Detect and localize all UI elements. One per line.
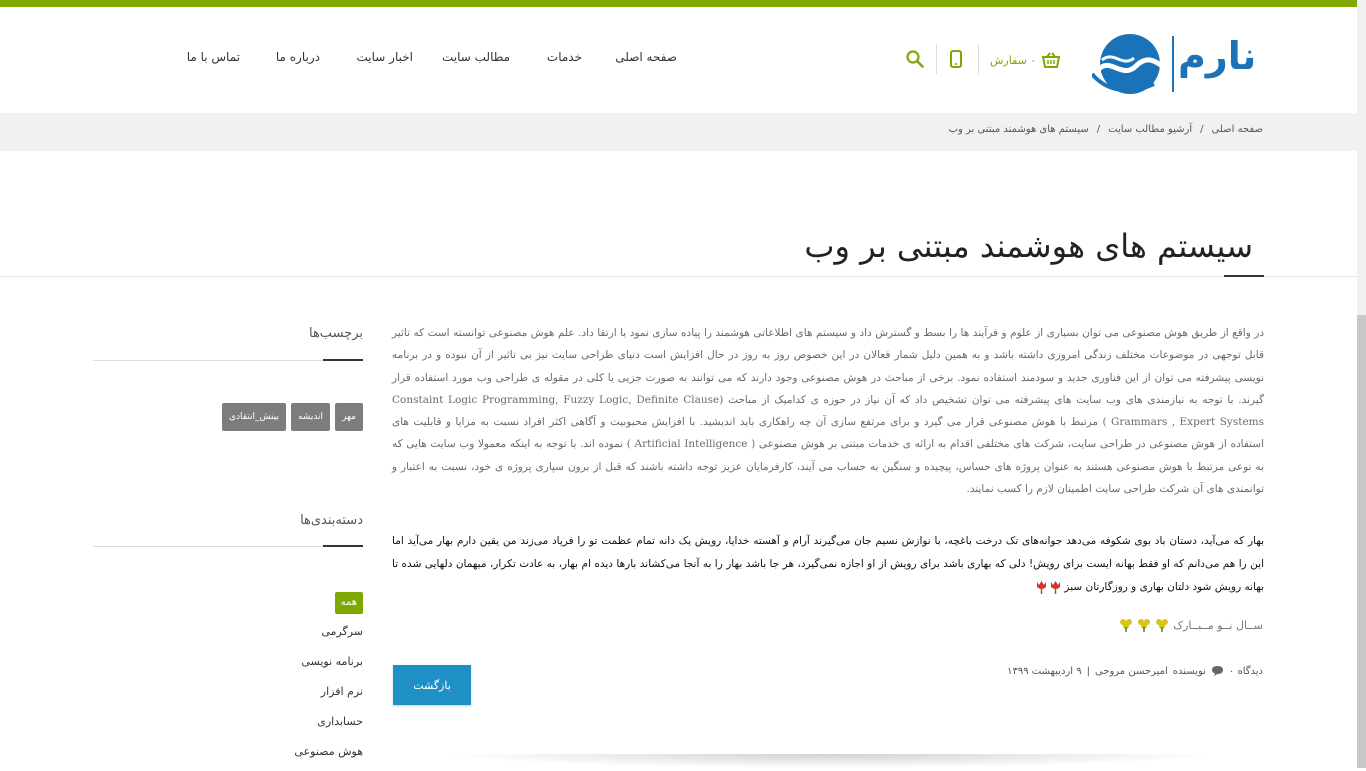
nav-item-about[interactable]: درباره ما [276,50,320,70]
category-item[interactable]: نرم افزار [294,681,363,711]
category-item[interactable]: سرگرمی [294,621,363,651]
search-icon[interactable] [906,50,924,68]
tags-title: برچسب‌ها [308,326,363,341]
tag-cloud: مهر اندیشه بینش_انتقادی [221,403,363,431]
category-item[interactable]: هوش مصنوعی [294,741,363,771]
article-poem: بهار که می‌آید، دستان باد بوی شکوفه می‌د… [392,530,1264,599]
article-body: در واقع از طریق هوش مصنوعی می توان بسیار… [392,327,1265,496]
nav-item-articles[interactable]: مطالب سایت [442,50,510,70]
breadcrumb-current: سیستم های هوشمند مبتنی بر وب [948,124,1089,135]
header-divider [936,44,937,74]
title-accent-line [1224,275,1264,277]
flower-icon [1120,619,1133,632]
cart-label: ۰ سفارش [990,53,1037,67]
nav-item-home[interactable]: صفحه اصلی [615,50,677,70]
basket-icon [1042,52,1061,68]
breadcrumb-home[interactable]: صفحه اصلی [1212,124,1263,135]
author-name[interactable]: امیرحسن مروجی [1095,666,1168,677]
content-bottom-shadow [440,754,1220,768]
tags-accent-line [323,359,363,361]
author-label: نویسنده [1172,665,1206,677]
nav-item-services[interactable]: خدمات [547,50,582,70]
flower-icon [1156,619,1169,632]
mobile-icon[interactable] [950,50,962,68]
views-count: دیدگاه ۰ [1228,665,1263,677]
category-list: همه سرگرمی برنامه نویسی نرم افزار حسابدا… [294,591,363,771]
tulip-icon [1051,581,1061,594]
tulip-icon [1036,581,1046,594]
meta-separator: | [1086,665,1090,677]
logo-text: نارم [1178,34,1257,78]
tag-item[interactable]: اندیشه [290,403,331,431]
tag-item[interactable]: مهر [335,403,363,431]
comment-icon [1211,666,1223,676]
categories-title: دسته‌بندی‌ها [300,513,363,528]
new-year-greeting: ســال نــو مــبــارک [1119,618,1263,632]
categories-accent-line [323,545,363,547]
greeting-text: ســال نــو مــبــارک [1173,618,1263,632]
nav-item-news[interactable]: اخبار سایت [357,50,413,70]
cart-button[interactable]: ۰ سفارش [990,48,1061,72]
page-title: سیستم های هوشمند مبتنی بر وب [804,227,1253,265]
breadcrumb-archive[interactable]: آرشیو مطالب سایت [1108,124,1192,135]
breadcrumb-separator: / [1096,124,1101,135]
logo-separator [1172,36,1174,92]
flower-icon [1138,619,1151,632]
breadcrumb: صفحه اصلی / آرشیو مطالب سایت / سیستم های… [949,124,1263,135]
breadcrumb-separator: / [1200,124,1204,135]
title-divider [0,276,1366,277]
poem-text: بهار که می‌آید، دستان باد بوی شکوفه می‌د… [392,535,1264,593]
category-active-label: همه [334,592,363,614]
post-meta: دیدگاه ۰ نویسنده امیرحسن مروجی | ۹ اردیب… [1007,665,1263,677]
category-item[interactable]: برنامه نویسی [294,651,363,681]
category-item[interactable]: حسابداری [294,711,363,741]
scrollbar-thumb[interactable] [1357,315,1366,768]
header-divider [978,44,979,74]
nav-item-contact[interactable]: تماس با ما [187,50,240,70]
back-button[interactable]: بازگشت [393,665,471,705]
post-date: ۹ اردیبهشت ۱۳۹۹ [1007,665,1082,677]
category-item-all[interactable]: همه [294,591,363,621]
tag-item[interactable]: بینش_انتقادی [221,403,286,431]
top-accent-bar [0,0,1366,7]
